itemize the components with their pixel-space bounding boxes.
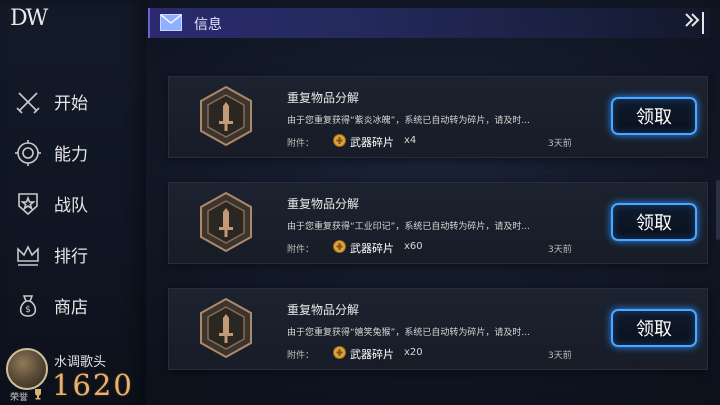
coin-icon (333, 134, 346, 147)
trophy-icon (35, 389, 41, 400)
attachment-label: 附件： (287, 245, 315, 255)
money-bag-icon: $ (14, 292, 42, 320)
attachment-quantity: x20 (404, 347, 423, 358)
message-card: 重复物品分解 由于您重复获得“工业印记”，系统已自动转为碎片，请及时... 附件… (168, 182, 708, 264)
sidebar-item-shop[interactable]: $ 商店 (0, 280, 146, 331)
weapon-badge-icon (200, 85, 252, 147)
page-header: 信息 (148, 8, 710, 38)
message-time: 3天前 (548, 245, 572, 255)
message-time: 3天前 (548, 139, 572, 149)
scrollbar[interactable] (716, 180, 720, 240)
claim-button[interactable]: 领取 (611, 309, 697, 347)
sidebar-item-team[interactable]: 战队 (0, 178, 146, 229)
message-description: 由于您重复获得“工业印记”，系统已自动转为碎片，请及时... (287, 222, 530, 232)
claim-button[interactable]: 领取 (611, 203, 697, 241)
weapon-badge-icon (200, 297, 252, 359)
player-profile[interactable]: 水调歌头 荣誉 1620 (6, 348, 146, 405)
attachment-quantity: x60 (404, 241, 423, 252)
avatar[interactable] (6, 348, 48, 390)
message-list: 重复物品分解 由于您重复获得“紫炎冰魄”，系统已自动转为碎片，请及时... 附件… (168, 76, 708, 394)
sidebar-item-label: 能力 (54, 145, 88, 165)
sidebar-item-label: 开始 (54, 94, 88, 114)
sidebar-nav: 开始 能力 战队 排行 $ 商店 (0, 76, 146, 331)
message-title: 重复物品分解 (287, 303, 360, 317)
sidebar: DW 开始 能力 战队 排行 $ 商店 水调歌头 荣誉 1620 (0, 0, 146, 405)
crown-icon (14, 241, 42, 269)
sidebar-item-label: 商店 (54, 298, 88, 318)
sidebar-item-ranking[interactable]: 排行 (0, 229, 146, 280)
attachment-item-name: 武器碎片 (350, 348, 394, 361)
weapon-badge-icon (200, 191, 252, 253)
message-title: 重复物品分解 (287, 197, 360, 211)
crossed-swords-icon (14, 88, 42, 116)
message-title: 重复物品分解 (287, 91, 360, 105)
sidebar-item-label: 战队 (54, 196, 88, 216)
honor-label: 荣誉 (10, 393, 29, 403)
claim-button[interactable]: 领取 (611, 97, 697, 135)
attachment-label: 附件： (287, 351, 315, 361)
star-shield-icon (14, 190, 42, 218)
attachment-item-name: 武器碎片 (350, 136, 394, 149)
message-description: 由于您重复获得“紫炎冰魄”，系统已自动转为碎片，请及时... (287, 116, 530, 126)
app-logo: DW (10, 6, 48, 31)
coin-icon (333, 346, 346, 359)
message-card: 重复物品分解 由于您重复获得“紫炎冰魄”，系统已自动转为碎片，请及时... 附件… (168, 76, 708, 158)
sidebar-item-label: 排行 (54, 247, 88, 267)
exit-icon[interactable] (683, 10, 709, 36)
message-time: 3天前 (548, 351, 572, 361)
page-title: 信息 (194, 17, 222, 33)
message-description: 由于您重复获得“嬉笑兔猴”，系统已自动转为碎片，请及时... (287, 328, 530, 338)
gear-icon (14, 139, 42, 167)
honor-score: 1620 (52, 368, 134, 402)
attachment-item-name: 武器碎片 (350, 242, 394, 255)
svg-text:$: $ (25, 305, 31, 315)
attachment-label: 附件： (287, 139, 315, 149)
sidebar-item-start[interactable]: 开始 (0, 76, 146, 127)
attachment-quantity: x4 (404, 135, 417, 146)
mail-icon (160, 14, 182, 31)
message-card: 重复物品分解 由于您重复获得“嬉笑兔猴”，系统已自动转为碎片，请及时... 附件… (168, 288, 708, 370)
sidebar-item-ability[interactable]: 能力 (0, 127, 146, 178)
coin-icon (333, 240, 346, 253)
